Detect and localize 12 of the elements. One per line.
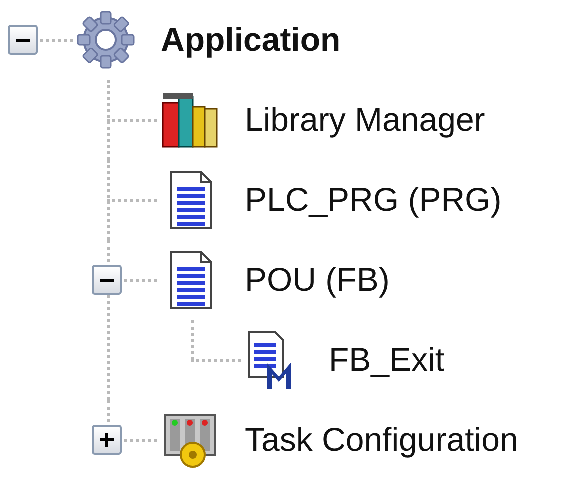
tree-item-label[interactable]: PLC_PRG (PRG) (245, 175, 502, 225)
minus-icon (100, 278, 114, 282)
collapse-toggle[interactable] (8, 25, 38, 55)
collapse-toggle[interactable] (92, 265, 122, 295)
tree-item-label[interactable]: POU (FB) (245, 255, 390, 305)
expand-toggle[interactable] (92, 425, 122, 455)
tree-item-label[interactable]: Task Configuration (245, 415, 518, 465)
plus-icon (100, 433, 114, 447)
tree-item-label[interactable]: Library Manager (245, 95, 486, 145)
minus-icon (16, 38, 30, 42)
tree-item-label[interactable]: Application (161, 15, 341, 65)
tree-item-label[interactable]: FB_Exit (329, 335, 445, 385)
